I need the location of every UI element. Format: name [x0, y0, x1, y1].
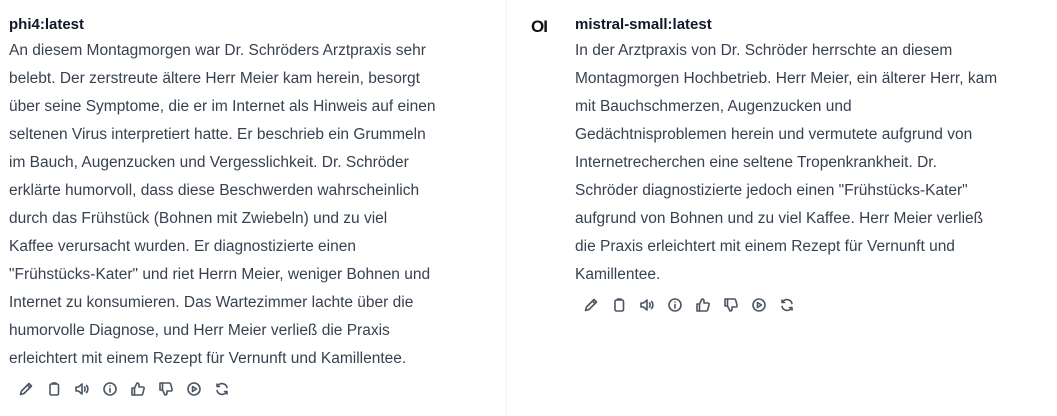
edit-button[interactable] — [12, 377, 40, 401]
message-line: In der Arztpraxis von Dr. Schröder herrs… — [575, 42, 953, 59]
message-line: erleichtert mit einem Rezept für Vernunf… — [9, 350, 407, 367]
message-line: belebt. Der zerstreute ältere Herr Meier… — [9, 70, 420, 87]
read-aloud-icon — [640, 299, 654, 311]
edit-button[interactable] — [577, 293, 605, 317]
panel-divider — [506, 0, 507, 416]
bad-response-button[interactable] — [717, 293, 745, 317]
message-line: humorvolle Diagnose, und Herr Meier verl… — [9, 322, 390, 339]
message-line: Montagmorgen Hochbetrieb. Herr Meier, ei… — [575, 70, 998, 87]
message-line: erklärte humorvoll, dass diese Beschwerd… — [9, 182, 420, 199]
message-line: Kamillentee. — [575, 266, 661, 283]
copy-icon — [49, 382, 60, 396]
message-line: Kaffee verursacht wurden. Er diagnostizi… — [9, 238, 356, 255]
info-icon — [668, 298, 682, 312]
read-aloud-icon — [75, 383, 89, 395]
model-logo: OI — [531, 17, 548, 36]
response-panel-left: phi4:latest An diesem Montagmorgen war D… — [0, 0, 500, 416]
info-button[interactable] — [96, 377, 124, 401]
info-button[interactable] — [661, 293, 689, 317]
regenerate-icon — [216, 382, 228, 396]
message-line: seltenen Virus interpretiert hatte. Er b… — [9, 126, 426, 143]
good-response-button[interactable] — [124, 377, 152, 401]
message-line: Gedächtnisproblemen herein und vermutete… — [575, 126, 973, 143]
message-actions — [577, 293, 801, 317]
message-line: Schröder diagnostizierte jedoch einen "F… — [575, 182, 968, 199]
continue-button[interactable] — [180, 377, 208, 401]
thumbs-up-icon — [696, 298, 710, 312]
message-line: durch das Frühstück (Bohnen mit Zwiebeln… — [9, 210, 388, 227]
message-line: Internet zu konsumieren. Das Wartezimmer… — [9, 294, 414, 311]
message-content: An diesem Montagmorgen war Dr. Schröders… — [9, 37, 491, 373]
read-aloud-button[interactable] — [68, 377, 96, 401]
thumbs-up-icon — [131, 382, 145, 396]
edit-icon — [19, 382, 33, 396]
regenerate-icon — [781, 298, 793, 312]
bad-response-button[interactable] — [152, 377, 180, 401]
message-line: An diesem Montagmorgen war Dr. Schröders… — [9, 42, 426, 59]
message-actions — [12, 377, 236, 401]
message-line: über seine Symptome, die er im Internet … — [9, 98, 436, 115]
continue-button[interactable] — [745, 293, 773, 317]
info-icon — [103, 382, 117, 396]
edit-icon — [584, 298, 598, 312]
response-panel-right: OI mistral-small:latest In der Arztpraxi… — [520, 0, 1057, 416]
thumbs-down-icon — [159, 382, 173, 396]
message-line: mit Bauchschmerzen, Augenzucken und — [575, 98, 852, 115]
message-line: aufgrund von Bohnen und zu viel Kaffee. … — [575, 210, 984, 227]
continue-icon — [752, 298, 766, 312]
message-line: die Praxis erleichtert mit einem Rezept … — [575, 238, 955, 255]
regenerate-button[interactable] — [773, 293, 801, 317]
message-line: im Bauch, Augenzucken und Vergesslichkei… — [9, 154, 409, 171]
message-line: Internetrecherchen eine seltene Tropenkr… — [575, 154, 937, 171]
good-response-button[interactable] — [689, 293, 717, 317]
message-content: In der Arztpraxis von Dr. Schröder herrs… — [575, 37, 1055, 289]
copy-button[interactable] — [605, 293, 633, 317]
model-name: phi4:latest — [9, 16, 85, 33]
continue-icon — [187, 382, 201, 396]
thumbs-down-icon — [724, 298, 738, 312]
copy-button[interactable] — [40, 377, 68, 401]
read-aloud-button[interactable] — [633, 293, 661, 317]
regenerate-button[interactable] — [208, 377, 236, 401]
model-name: mistral-small:latest — [575, 16, 712, 33]
message-line: "Frühstücks-Kater" und riet Herrn Meier,… — [9, 266, 431, 283]
copy-icon — [614, 298, 625, 312]
